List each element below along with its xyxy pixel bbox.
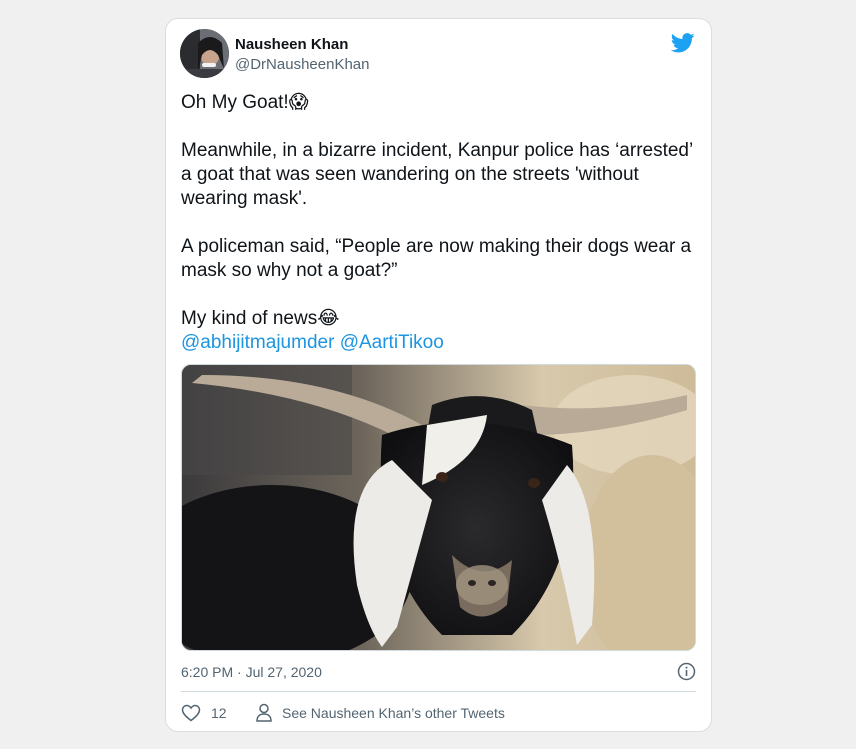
tweet-text-paragraph: A policeman said, “People are now making… (181, 236, 692, 281)
info-icon[interactable] (677, 662, 696, 681)
author-handle[interactable]: @DrNausheenKhan (235, 56, 369, 73)
heart-icon[interactable] (181, 704, 201, 722)
mention-link[interactable]: @AartiTikoo (340, 332, 444, 353)
see-other-tweets-label: See Nausheen Khan’s other Tweets (282, 705, 505, 721)
person-icon (255, 703, 273, 722)
tweet-timestamp[interactable]: 6:20 PM · Jul 27, 2020 (181, 664, 322, 680)
divider (181, 691, 696, 692)
tweet-media-photo[interactable] (181, 364, 696, 651)
tweet-text-paragraph: Meanwhile, in a bizarre incident, Kanpur… (181, 140, 694, 209)
mention-link[interactable]: @abhijitmajumder (181, 332, 334, 353)
tweet-text-closer: My kind of news😂 (181, 308, 340, 329)
mention-list: @abhijitmajumder @AartiTikoo (181, 331, 706, 355)
tweet-text: Oh My Goat!😱 Meanwhile, in a bizarre inc… (181, 91, 706, 355)
tweet-card[interactable]: Nausheen Khan @DrNausheenKhan Oh My Goat… (165, 18, 712, 732)
twitter-bird-icon[interactable] (670, 32, 695, 54)
author-name[interactable]: Nausheen Khan (235, 36, 348, 53)
tweet-text-opener: Oh My Goat!😱 (181, 92, 309, 113)
avatar[interactable] (180, 29, 229, 78)
like-count[interactable]: 12 (211, 705, 227, 721)
